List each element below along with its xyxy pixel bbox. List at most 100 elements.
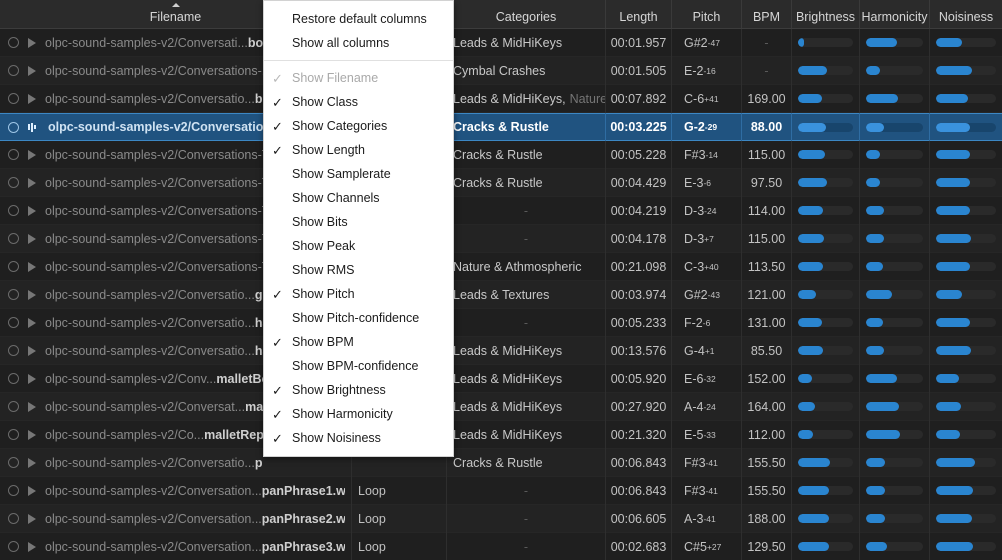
play-icon[interactable] xyxy=(28,513,36,524)
menu-item-show-rms[interactable]: Show RMS xyxy=(264,258,453,282)
table-row[interactable]: olpc-sound-samples-v2/Conversatio...g Lea… xyxy=(0,280,1002,309)
menu-item-show-bits[interactable]: Show Bits xyxy=(264,210,453,234)
table-row[interactable]: olpc-sound-samples-v2/Conversations-... C… xyxy=(0,56,1002,85)
table-row[interactable]: olpc-sound-samples-v2/Conv...malletBo Lea… xyxy=(0,364,1002,393)
checkmark-icon: ✓ xyxy=(272,334,283,350)
table-row[interactable]: olpc-sound-samples-v2/Co...malletRep Lead… xyxy=(0,420,1002,449)
length-value: 00:03.974 xyxy=(610,287,667,302)
length-value: 00:06.605 xyxy=(610,511,667,526)
harmonicity-meter-fill xyxy=(866,66,880,75)
column-visibility-context-menu[interactable]: Restore default columns Show all columns ✓… xyxy=(263,0,454,457)
play-icon[interactable] xyxy=(28,177,36,188)
table-row[interactable]: olpc-sound-samples-v2/Conversations-Te - 0… xyxy=(0,224,1002,253)
column-header-length[interactable]: Length xyxy=(606,0,672,28)
play-icon[interactable] xyxy=(28,541,36,552)
select-radio-icon[interactable] xyxy=(8,289,19,300)
play-icon[interactable] xyxy=(28,345,36,356)
select-radio-icon[interactable] xyxy=(8,93,19,104)
menu-item-show-bpm-confidence[interactable]: Show BPM-confidence xyxy=(264,354,453,378)
select-radio-icon[interactable] xyxy=(8,317,19,328)
menu-item-show-noisiness[interactable]: ✓ Show Noisiness xyxy=(264,426,453,450)
select-radio-icon[interactable] xyxy=(8,177,19,188)
table-row[interactable]: olpc-sound-samples-v2/Conversat...mal Lea… xyxy=(0,392,1002,421)
noisiness-meter-fill xyxy=(936,346,971,355)
select-radio-icon[interactable] xyxy=(8,541,19,552)
play-icon[interactable] xyxy=(28,205,36,216)
menu-item-show-length[interactable]: ✓ Show Length xyxy=(264,138,453,162)
table-row[interactable]: olpc-sound-samples-v2/Conversations-Te Cr… xyxy=(0,140,1002,169)
play-icon[interactable] xyxy=(28,37,36,48)
table-row[interactable]: olpc-sound-samples-v2/Conversation...pan… xyxy=(0,532,1002,560)
menu-item-show-harmonicity[interactable]: ✓ Show Harmonicity xyxy=(264,402,453,426)
column-header-brightness[interactable]: Brightness xyxy=(792,0,860,28)
select-radio-icon[interactable] xyxy=(8,513,19,524)
select-radio-icon[interactable] xyxy=(8,65,19,76)
play-icon[interactable] xyxy=(28,261,36,272)
categories-primary: Leads & MidHiKeys, xyxy=(453,91,566,106)
column-header-harmonicity[interactable]: Harmonicity xyxy=(860,0,930,28)
select-radio-icon[interactable] xyxy=(8,37,19,48)
menu-item-show-all-columns[interactable]: Show all columns xyxy=(264,31,453,55)
cell-pitch: E-5 -33 xyxy=(672,420,742,449)
select-radio-icon[interactable] xyxy=(8,345,19,356)
table-row[interactable]: olpc-sound-samples-v2/Conversation...pan… xyxy=(0,504,1002,533)
column-header-categories[interactable]: Categories xyxy=(447,0,606,28)
play-icon[interactable] xyxy=(28,65,36,76)
play-icon[interactable] xyxy=(28,317,36,328)
play-icon[interactable] xyxy=(28,485,36,496)
table-row[interactable]: olpc-sound-samples-v2/Conversations-Te Na… xyxy=(0,252,1002,281)
play-icon[interactable] xyxy=(28,93,36,104)
select-radio-icon[interactable] xyxy=(8,233,19,244)
menu-item-show-pitch[interactable]: ✓ Show Pitch xyxy=(264,282,453,306)
table-row[interactable]: olpc-sound-samples-v2/Conversation...pan… xyxy=(0,476,1002,505)
table-row[interactable]: olpc-sound-samples-v2/Conversations-Te Cr… xyxy=(0,113,1002,141)
select-radio-icon[interactable] xyxy=(8,205,19,216)
select-radio-icon[interactable] xyxy=(8,261,19,272)
cell-brightness xyxy=(792,392,860,421)
cell-noisiness xyxy=(930,393,1002,421)
select-radio-icon[interactable] xyxy=(8,485,19,496)
column-header-bpm[interactable]: BPM xyxy=(742,0,792,28)
pitch-note: F#3 xyxy=(684,455,706,470)
select-radio-icon[interactable] xyxy=(8,429,19,440)
select-radio-icon[interactable] xyxy=(8,457,19,468)
select-radio-icon[interactable] xyxy=(8,373,19,384)
play-icon[interactable] xyxy=(28,233,36,244)
menu-item-restore-default-columns[interactable]: Restore default columns xyxy=(264,7,453,31)
harmonicity-meter-fill xyxy=(866,122,885,132)
cell-filename[interactable]: olpc-sound-samples-v2/Conversation...pan… xyxy=(0,532,352,560)
play-icon[interactable] xyxy=(28,429,36,440)
select-radio-icon[interactable] xyxy=(8,149,19,160)
length-value: 00:04.429 xyxy=(610,175,667,190)
menu-item-show-samplerate[interactable]: Show Samplerate xyxy=(264,162,453,186)
column-header-noisiness[interactable]: Noisiness xyxy=(930,0,1002,28)
table-row[interactable]: olpc-sound-samples-v2/Conversatio...ha - 0… xyxy=(0,308,1002,337)
select-radio-icon[interactable] xyxy=(8,401,19,412)
menu-item-show-channels[interactable]: Show Channels xyxy=(264,186,453,210)
playing-waveform-icon[interactable] xyxy=(28,122,39,132)
table-row[interactable]: olpc-sound-samples-v2/Conversatio...ha Le… xyxy=(0,336,1002,365)
menu-item-show-peak[interactable]: Show Peak xyxy=(264,234,453,258)
play-icon[interactable] xyxy=(28,457,36,468)
bpm-value: 113.50 xyxy=(747,259,786,274)
menu-item-show-brightness[interactable]: ✓ Show Brightness xyxy=(264,378,453,402)
table-row[interactable]: olpc-sound-samples-v2/Conversatio...p Cra… xyxy=(0,448,1002,477)
table-row[interactable]: olpc-sound-samples-v2/Conversations-Te Cr… xyxy=(0,168,1002,197)
menu-item-show-categories[interactable]: ✓ Show Categories xyxy=(264,114,453,138)
table-row[interactable]: olpc-sound-samples-v2/Conversati...bow Le… xyxy=(0,28,1002,57)
harmonicity-meter xyxy=(866,178,923,187)
play-icon[interactable] xyxy=(28,149,36,160)
menu-item-show-class[interactable]: ✓ Show Class xyxy=(264,90,453,114)
menu-item-show-bpm[interactable]: ✓ Show BPM xyxy=(264,330,453,354)
play-icon[interactable] xyxy=(28,289,36,300)
play-icon[interactable] xyxy=(28,401,36,412)
table-row[interactable]: olpc-sound-samples-v2/Conversatio...b Lea… xyxy=(0,84,1002,113)
select-radio-icon[interactable] xyxy=(8,121,19,133)
menu-item-show-pitch-confidence[interactable]: Show Pitch-confidence xyxy=(264,306,453,330)
cell-filename[interactable]: olpc-sound-samples-v2/Conversation...pan… xyxy=(0,504,352,533)
column-header-pitch[interactable]: Pitch xyxy=(672,0,742,28)
cell-bpm: 88.00 xyxy=(742,113,792,141)
play-icon[interactable] xyxy=(28,373,36,384)
cell-filename[interactable]: olpc-sound-samples-v2/Conversation...pan… xyxy=(0,476,352,505)
table-row[interactable]: olpc-sound-samples-v2/Conversations-Te - 0… xyxy=(0,196,1002,225)
